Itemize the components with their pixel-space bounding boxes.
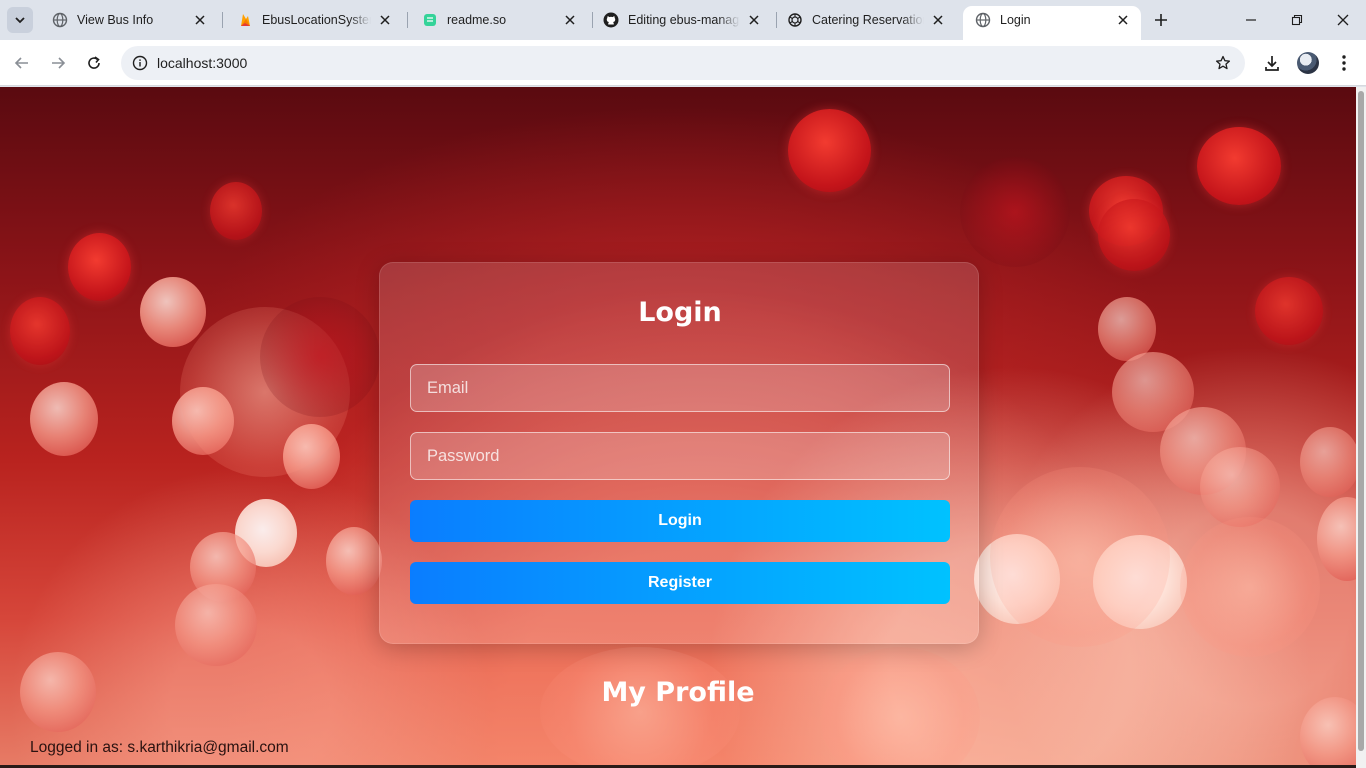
login-button[interactable]: Login bbox=[410, 500, 950, 542]
close-icon[interactable] bbox=[192, 12, 208, 28]
plus-icon bbox=[1155, 14, 1167, 26]
tab-separator bbox=[407, 12, 408, 28]
firebase-icon bbox=[237, 12, 253, 28]
tab-catering-reservation[interactable]: Catering Reservation bbox=[775, 6, 956, 34]
browser-toolbar: localhost:3000 bbox=[0, 40, 1366, 86]
tab-ebus-location-system[interactable]: EbusLocationSystem - bbox=[225, 6, 403, 34]
restore-icon bbox=[1291, 14, 1303, 26]
tab-view-bus-info[interactable]: View Bus Info bbox=[40, 6, 218, 34]
password-field[interactable] bbox=[410, 432, 950, 480]
globe-icon bbox=[52, 12, 68, 28]
github-icon bbox=[603, 12, 619, 28]
login-card: Login Login Register bbox=[379, 262, 979, 644]
back-button[interactable] bbox=[8, 49, 36, 77]
bookmark-star-icon[interactable] bbox=[1213, 53, 1233, 73]
arrow-left-icon bbox=[14, 57, 28, 69]
reload-icon bbox=[88, 56, 100, 69]
address-bar[interactable]: localhost:3000 bbox=[121, 46, 1245, 80]
tab-title: View Bus Info bbox=[77, 13, 154, 27]
login-title: Login bbox=[638, 297, 722, 328]
minimize-icon bbox=[1246, 19, 1256, 21]
page-scrollbar[interactable] bbox=[1356, 87, 1366, 768]
tab-title: Catering Reservation bbox=[812, 13, 924, 27]
register-button[interactable]: Register bbox=[410, 562, 950, 604]
avatar bbox=[1297, 52, 1319, 74]
downloads-button[interactable] bbox=[1258, 49, 1286, 77]
arrow-right-icon bbox=[52, 57, 66, 69]
readme-icon bbox=[422, 12, 438, 28]
tab-readme-so[interactable]: readme.so bbox=[410, 6, 588, 34]
close-icon[interactable] bbox=[562, 12, 578, 28]
email-field[interactable] bbox=[410, 364, 950, 412]
page-viewport: Login Login Register My Profile Logged i… bbox=[0, 87, 1356, 768]
tab-search-button[interactable] bbox=[7, 7, 33, 33]
tab-github-editing[interactable]: Editing ebus-manage bbox=[591, 6, 772, 34]
reload-button[interactable] bbox=[80, 49, 108, 77]
close-window-button[interactable] bbox=[1320, 0, 1366, 40]
close-icon bbox=[1337, 14, 1349, 26]
tab-title: Login bbox=[1000, 13, 1031, 27]
globe-icon bbox=[975, 12, 991, 28]
minimize-button[interactable] bbox=[1228, 0, 1274, 40]
scrollbar-thumb[interactable] bbox=[1358, 91, 1364, 751]
site-info-icon[interactable] bbox=[129, 52, 151, 74]
browser-menu-button[interactable] bbox=[1330, 49, 1358, 77]
tab-login-active[interactable]: Login bbox=[963, 6, 1141, 40]
more-vertical-icon bbox=[1342, 55, 1346, 71]
tab-title: EbusLocationSystem - bbox=[262, 13, 371, 27]
openai-icon bbox=[787, 12, 803, 28]
profile-heading: My Profile bbox=[601, 677, 755, 708]
url-text[interactable]: localhost:3000 bbox=[157, 55, 247, 71]
logged-in-status: Logged in as: s.karthikria@gmail.com bbox=[30, 739, 289, 756]
tab-strip: View Bus Info EbusLocationSystem - readm… bbox=[0, 0, 1366, 40]
close-icon[interactable] bbox=[930, 12, 946, 28]
new-tab-button[interactable] bbox=[1149, 8, 1173, 32]
forward-button[interactable] bbox=[44, 49, 72, 77]
close-icon[interactable] bbox=[1115, 12, 1131, 28]
close-icon[interactable] bbox=[377, 12, 393, 28]
download-icon bbox=[1265, 56, 1279, 71]
close-icon[interactable] bbox=[746, 12, 762, 28]
tab-separator bbox=[222, 12, 223, 28]
tab-title: Editing ebus-manage bbox=[628, 13, 740, 27]
tab-title: readme.so bbox=[447, 13, 507, 27]
chevron-down-icon bbox=[15, 17, 25, 24]
profile-button[interactable] bbox=[1294, 49, 1322, 77]
restore-button[interactable] bbox=[1274, 0, 1320, 40]
